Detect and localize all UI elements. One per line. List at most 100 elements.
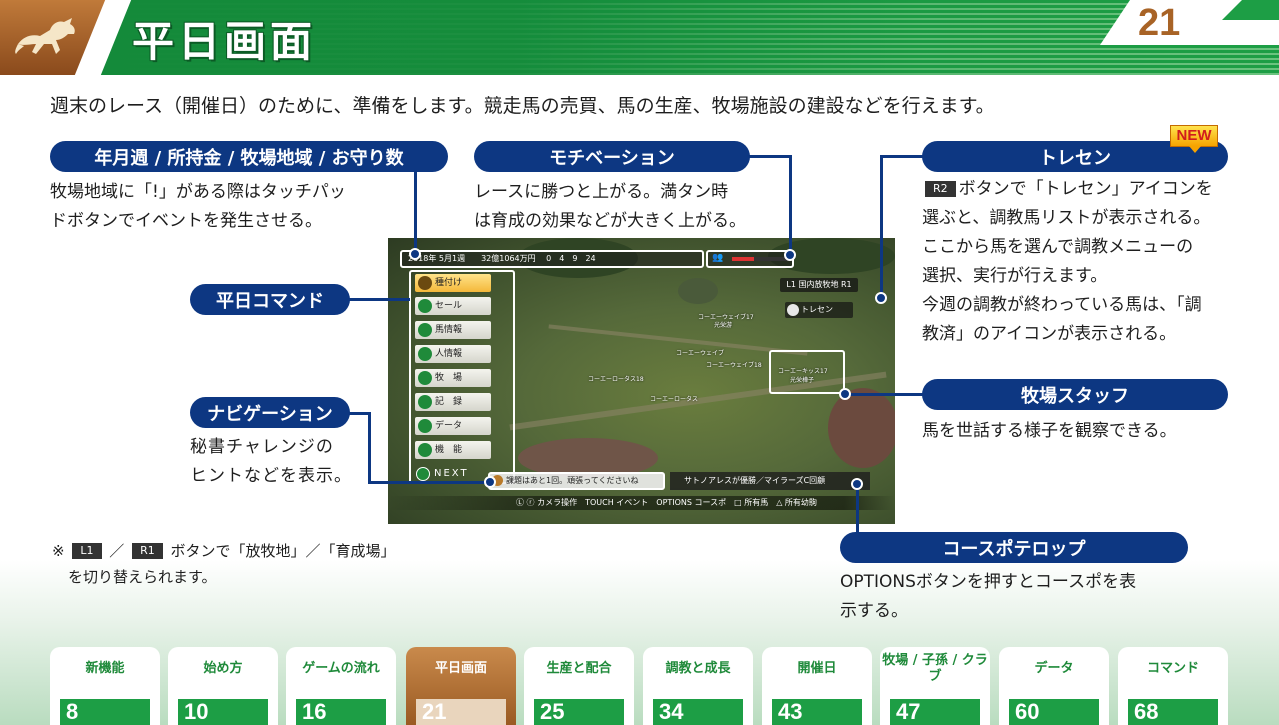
page-title: 平日画面 [132,17,317,66]
command-icon [418,276,432,290]
desc-line: レースに勝つと上がる。満タン時 [474,182,729,202]
command-icon [418,419,432,433]
tab-page: 43 [772,699,862,725]
horse-icon [15,18,75,54]
desc-line: 今週の調教が終わっている馬は、「調 [922,295,1202,315]
command-person-info[interactable]: 人情報 [415,345,491,363]
status-bar: 2018年 5月1週 32億1064万円 0 4 9 24 [400,250,704,268]
command-ranch[interactable]: 牧 場 [415,369,491,387]
command-label: 馬情報 [435,325,463,335]
horse-label[interactable]: コーエーウェイブ18 [706,360,762,369]
connector-dot [409,248,421,260]
command-icon [418,371,432,385]
tab-data[interactable]: データ 60 [999,647,1109,725]
tab-label: コマンド [1146,661,1199,676]
command-sale[interactable]: セール [415,297,491,315]
desc-line: 選択、実行が行えます。 [922,266,1108,286]
next-label: NEXT [434,468,469,479]
desc-line: ここから馬を選んで調教メニューの [922,237,1194,257]
tresen-button[interactable]: トレセン [785,302,853,318]
callout-course-telop-desc: OPTIONSボタンを押すとコースポを表 示する。 [840,568,1220,626]
connector-dot [784,249,796,261]
command-function[interactable]: 機 能 [415,441,491,459]
tab-weekday-screen[interactable]: 平日画面 21 [406,647,516,725]
tab-label: 平日画面 [434,661,487,676]
tab-race-day[interactable]: 開催日 43 [762,647,872,725]
farm-area-tag[interactable]: L1 国内放牧地 R1 [780,278,858,292]
arrow-right-icon [416,467,430,481]
command-record[interactable]: 記 録 [415,393,491,411]
command-label: 記 録 [435,397,463,407]
command-icon [418,323,432,337]
horse-label[interactable]: コーエーロータス [650,394,698,403]
connector-line [880,155,883,299]
tab-label: 生産と配合 [546,661,612,676]
connector-line [880,155,924,158]
r2-button-icon [787,304,799,316]
motivation-gauge-fill [732,257,755,261]
navigation-message[interactable]: 課題はあと1回。頑張ってくださいね [488,472,665,490]
tab-page: 68 [1128,699,1218,725]
horse-label[interactable]: コーエーキッス17 [778,366,828,375]
desc-line: 牧場地域に「!」がある際はタッチパッ [50,182,346,202]
command-icon [418,443,432,457]
tab-breeding[interactable]: 生産と配合 25 [524,647,634,725]
note-mark: ※ [52,542,65,560]
tab-label: 調教と成長 [665,661,731,676]
page-number: 21 [1138,2,1181,44]
tab-ranch-club[interactable]: 牧場 / 子孫 / クラブ 47 [880,647,990,725]
desc-line: 教済」のアイコンが表示される。 [922,324,1177,344]
connector-line [368,412,371,483]
command-horse-info[interactable]: 馬情報 [415,321,491,339]
horse-label[interactable]: コーエーウェイブ [676,348,724,357]
page-header: 平日画面 21 [0,0,1279,75]
desc-line: 秘書チャレンジの [190,437,334,457]
tab-new-features[interactable]: 新機能 8 [50,647,160,725]
status-items: 0 4 9 24 [546,254,596,263]
note-text: ボタンで「放牧地」／「育成場」 [170,542,396,560]
desc-text: ボタンで「トレセン」アイコンを [958,179,1213,199]
command-data[interactable]: データ [415,417,491,435]
callout-date-desc: 牧場地域に「!」がある際はタッチパッ ドボタンでイベントを発生させる。 [50,178,380,236]
tab-game-flow[interactable]: ゲームの流れ 16 [286,647,396,725]
chapter-tabs: 新機能 8 始め方 10 ゲームの流れ 16 平日画面 21 生産と配合 25 調教と成長… [50,647,1230,725]
callout-staff-desc: 馬を世話する様子を観察できる。 [922,417,1252,446]
note-line: を切り替えられます。 [68,568,217,586]
horse-label[interactable]: コーエーロータス18 [588,374,644,383]
tab-training[interactable]: 調教と成長 34 [643,647,753,725]
desc-line: ドボタンでイベントを発生させる。 [50,211,322,231]
desc-line: OPTIONSボタンを押すとコースポを表 [840,572,1137,592]
callout-weekday-command-label: 平日コマンド [190,284,350,315]
command-icon [418,299,432,313]
callout-staff-label: 牧場スタッフ [922,379,1228,410]
tab-label: 開催日 [797,661,837,676]
callout-tresen-desc: R2 ボタンで「トレセン」アイコンを 選ぶと、調教馬リストが表示される。 ここから… [922,175,1252,349]
command-label: 牧 場 [435,373,463,383]
tab-label: 始め方 [203,661,243,676]
tab-page: 8 [60,699,150,725]
command-label: セール [435,301,463,311]
controls-bar: Ⓛ ⓡ カメラ操作 TOUCH イベント OPTIONS コースポ □ 所有馬 … [388,496,895,510]
tab-page: 47 [890,699,980,725]
tab-commands[interactable]: コマンド 68 [1118,647,1228,725]
tab-getting-started[interactable]: 始め方 10 [168,647,278,725]
tab-page: 10 [178,699,268,725]
tab-label: データ [1034,661,1074,676]
l1-button-icon: L1 [72,543,102,559]
command-breeding[interactable]: 種付け [415,274,491,292]
connector-line [368,481,492,484]
barn [678,278,718,304]
command-label: データ [435,421,463,431]
desc-line: R2 ボタンで「トレセン」アイコンを [922,175,1252,204]
connector-line [789,155,792,255]
command-icon [418,395,432,409]
command-label: 機 能 [435,445,463,455]
tab-page: 60 [1009,699,1099,725]
desc-line: 示する。 [840,601,908,621]
nav-message-text: 課題はあと1回。頑張ってくださいね [506,476,639,485]
connector-dot [839,388,851,400]
connector-line [748,155,792,158]
callout-navigation-desc: 秘書チャレンジの ヒントなどを表示。 [190,433,390,491]
callout-date-label: 年月週 / 所持金 / 牧場地域 / お守り数 [50,141,448,172]
connector-dot [851,478,863,490]
